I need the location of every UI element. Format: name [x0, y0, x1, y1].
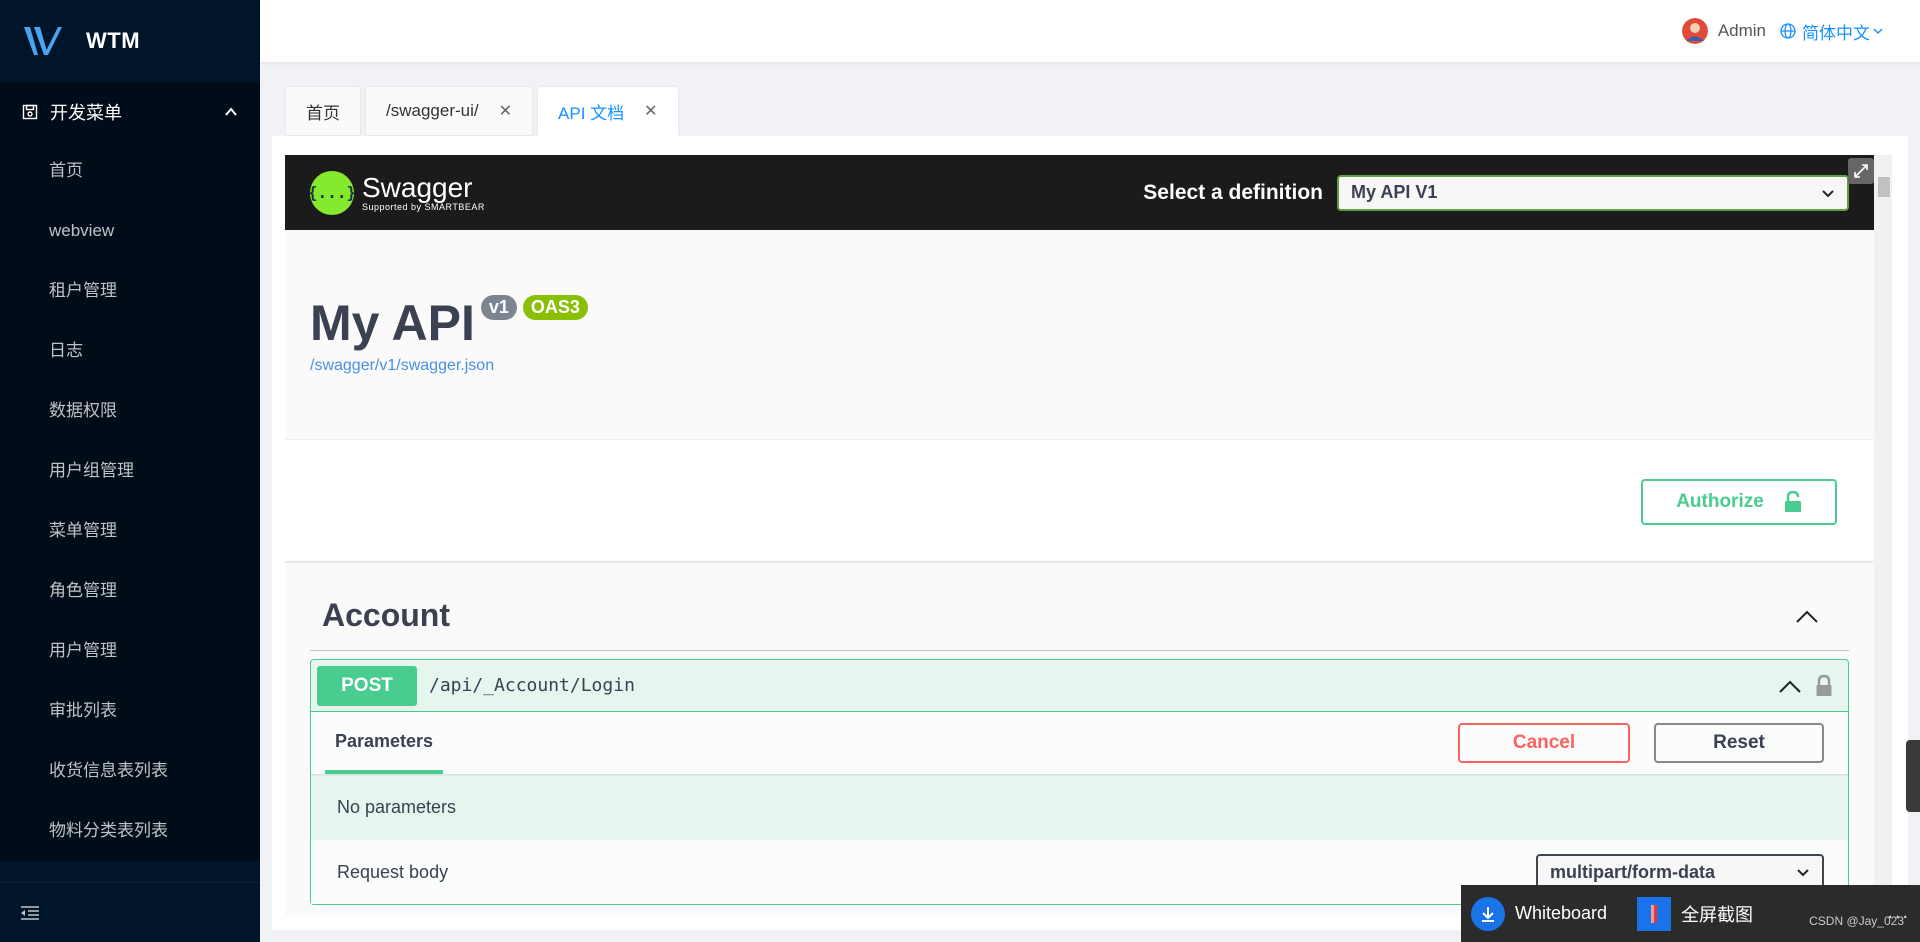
sidebar-item-tenant[interactable]: 租户管理 [0, 261, 260, 321]
username[interactable]: Admin [1718, 21, 1766, 41]
taskbar-overlay: Whiteboard 全屏截图 ... CSDN @Jay_023 [1461, 885, 1920, 942]
close-icon[interactable]: ✕ [644, 101, 657, 121]
globe-icon [1780, 23, 1796, 39]
sidebar-item-webview[interactable]: webview [0, 201, 260, 261]
swagger-logo[interactable]: {...} Swagger Supported by SMARTBEAR [308, 170, 485, 215]
whiteboard-label: Whiteboard [1515, 903, 1608, 923]
sidebar-item-user-group[interactable]: 用户组管理 [0, 441, 260, 501]
watermark: CSDN @Jay_023 [1809, 914, 1904, 928]
sidebar-item-shipping[interactable]: 收货信息表列表 [0, 741, 260, 801]
sidebar-item-log[interactable]: 日志 [0, 321, 260, 381]
fullscreen-button[interactable] [1848, 158, 1874, 184]
api-info: My API v1 OAS3 /swagger/v1/swagger.json [285, 230, 1874, 440]
method-badge: POST [317, 665, 417, 706]
sidebar-item-approval[interactable]: 审批列表 [0, 681, 260, 741]
swagger-logo-name: Swagger [362, 171, 473, 203]
unlock-icon [1784, 491, 1801, 512]
tab-swagger-ui[interactable]: /swagger-ui/ ✕ [365, 86, 534, 136]
download-icon [1471, 896, 1505, 931]
app-logo[interactable]: WTM [0, 0, 260, 82]
language-switcher[interactable]: 简体中文 [1780, 19, 1890, 44]
frame-scrollbar[interactable] [1874, 155, 1892, 915]
language-label: 简体中文 [1802, 23, 1870, 43]
swagger-logo-text: Swagger Supported by SMARTBEAR [362, 171, 485, 212]
sidebar: WTM 开发菜单 首页 webview 租户管理 日志 数据权限 用户组管理 菜… [0, 0, 260, 942]
operation-block: POST /api/_Account/Login Parameters Canc… [310, 659, 1849, 905]
spec-link[interactable]: /swagger/v1/swagger.json [310, 357, 1849, 375]
chevron-down-icon [1822, 189, 1834, 197]
operations: Account POST /api/_Account/Login Paramet… [285, 561, 1874, 915]
avatar[interactable] [1681, 18, 1708, 44]
definition-selector: Select a definition My API V1 [1143, 174, 1849, 211]
definition-value: My API V1 [1351, 182, 1438, 202]
expand-icon [1854, 164, 1868, 178]
definition-select[interactable]: My API V1 [1337, 174, 1849, 211]
scheme-container: Authorize [285, 440, 1874, 561]
swagger-logo-icon: {...} [308, 170, 356, 215]
oas-badge: OAS3 [522, 295, 588, 320]
app-name: WTM [86, 28, 141, 53]
api-title-row: My API v1 OAS3 [310, 295, 1849, 351]
menu-group-label: 开发菜单 [50, 102, 122, 123]
sidebar-item-user[interactable]: 用户管理 [0, 621, 260, 681]
screenshot-icon [1637, 896, 1672, 931]
wtm-logo-icon [24, 27, 62, 55]
tab-home[interactable]: 首页 [285, 86, 361, 136]
chevron-up-icon [1796, 610, 1818, 623]
close-icon[interactable]: ✕ [499, 101, 512, 121]
tag-section-header[interactable]: Account [310, 581, 1849, 651]
operation-summary[interactable]: POST /api/_Account/Login [311, 660, 1848, 712]
chevron-down-icon [1873, 28, 1883, 35]
edge-widget[interactable] [1906, 740, 1920, 812]
swagger-topbar: {...} Swagger Supported by SMARTBEAR Sel… [285, 155, 1874, 230]
tab-label: 首页 [306, 103, 340, 123]
tab-api-docs[interactable]: API 文档 ✕ [537, 86, 679, 136]
reset-button[interactable]: Reset [1654, 723, 1824, 763]
whiteboard-button[interactable]: Whiteboard [1471, 896, 1608, 931]
save-icon [22, 104, 38, 119]
header-right: Admin 简体中文 [1681, 0, 1890, 62]
swagger-logo-sub: Supported by SMARTBEAR [362, 201, 485, 212]
swagger-frame: {...} Swagger Supported by SMARTBEAR Sel… [285, 155, 1874, 915]
menu-group-dev[interactable]: 开发菜单 [0, 82, 260, 141]
screenshot-button[interactable]: 全屏截图 [1637, 896, 1754, 931]
authorize-label: Authorize [1676, 491, 1764, 512]
tab-label: /swagger-ui/ [386, 101, 479, 120]
sidebar-item-role[interactable]: 角色管理 [0, 561, 260, 621]
operation-icons [1764, 674, 1842, 697]
sidebar-item-menu[interactable]: 菜单管理 [0, 501, 260, 561]
sidebar-collapse-toggle[interactable] [0, 882, 260, 942]
chevron-down-icon [1797, 869, 1809, 877]
tab-parameters[interactable]: Parameters [325, 712, 444, 774]
parameters-header: Parameters Cancel Reset [311, 712, 1848, 774]
scrollbar-thumb[interactable] [1878, 177, 1890, 197]
lock-icon[interactable] [1816, 674, 1832, 697]
tag-name: Account [322, 597, 450, 633]
submenu: 首页 webview 租户管理 日志 数据权限 用户组管理 菜单管理 角色管理 … [0, 141, 260, 861]
tab-label: API 文档 [558, 103, 625, 123]
chevron-up-icon [225, 106, 237, 116]
content-type-value: multipart/form-data [1550, 861, 1716, 882]
menu-fold-icon [21, 905, 39, 920]
sidebar-item-home[interactable]: 首页 [0, 141, 260, 201]
chevron-up-icon[interactable] [1778, 678, 1802, 694]
page-tabs: 首页 /swagger-ui/ ✕ API 文档 ✕ [285, 86, 683, 136]
api-title: My API [310, 295, 475, 351]
top-header: Admin 简体中文 [260, 0, 1920, 62]
operation-path: /api/_Account/Login [429, 675, 635, 696]
request-body-label: Request body [337, 861, 449, 882]
cancel-button[interactable]: Cancel [1458, 723, 1630, 763]
sidebar-item-material[interactable]: 物料分类表列表 [0, 801, 260, 861]
screenshot-label: 全屏截图 [1681, 904, 1754, 925]
version-badge: v1 [480, 295, 517, 320]
sidebar-item-data-privilege[interactable]: 数据权限 [0, 381, 260, 441]
no-parameters-text: No parameters [337, 796, 457, 817]
definition-label: Select a definition [1143, 180, 1323, 204]
authorize-button[interactable]: Authorize [1641, 479, 1837, 525]
